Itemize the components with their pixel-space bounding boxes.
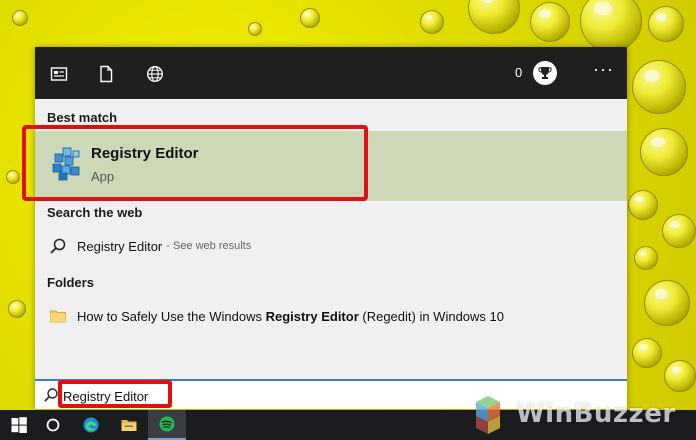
folder-result-label: How to Safely Use the Windows Registry E… [77,308,504,324]
winbuzzer-logo-icon [466,392,510,436]
documents-panel-icon[interactable] [50,65,68,83]
search-results-panel: 0 ··· Best match Registry Editor App Sea… [35,47,627,409]
edge-icon[interactable] [72,410,110,440]
best-match-highlight [22,125,368,201]
rewards-points-count: 0 [515,65,523,80]
trophy-icon[interactable] [533,61,557,85]
search-icon [49,237,67,255]
watermark-text: WinBuzzer [516,399,676,429]
folder-icon [49,307,67,325]
folders-header: Folders [47,275,94,290]
spotify-icon[interactable] [148,410,186,440]
windows-start-icon[interactable] [0,410,38,440]
document-icon[interactable] [97,65,115,83]
web-search-result[interactable]: Registry Editor - See web results [35,231,627,261]
panel-header-bar: 0 ··· [35,47,627,99]
winbuzzer-watermark: WinBuzzer [466,392,692,436]
file-explorer-icon[interactable] [110,410,148,440]
web-result-term: Registry Editor [77,238,163,254]
cortana-icon[interactable] [34,410,72,440]
search-input-highlight [58,380,172,408]
globe-icon[interactable] [146,65,164,83]
best-match-header: Best match [47,110,118,125]
web-result-suffix: - See web results [166,240,252,252]
more-options-button[interactable]: ··· [593,59,614,80]
search-web-header: Search the web [47,205,143,220]
search-bar-icon [43,387,59,403]
folder-result[interactable]: How to Safely Use the Windows Registry E… [35,301,627,331]
